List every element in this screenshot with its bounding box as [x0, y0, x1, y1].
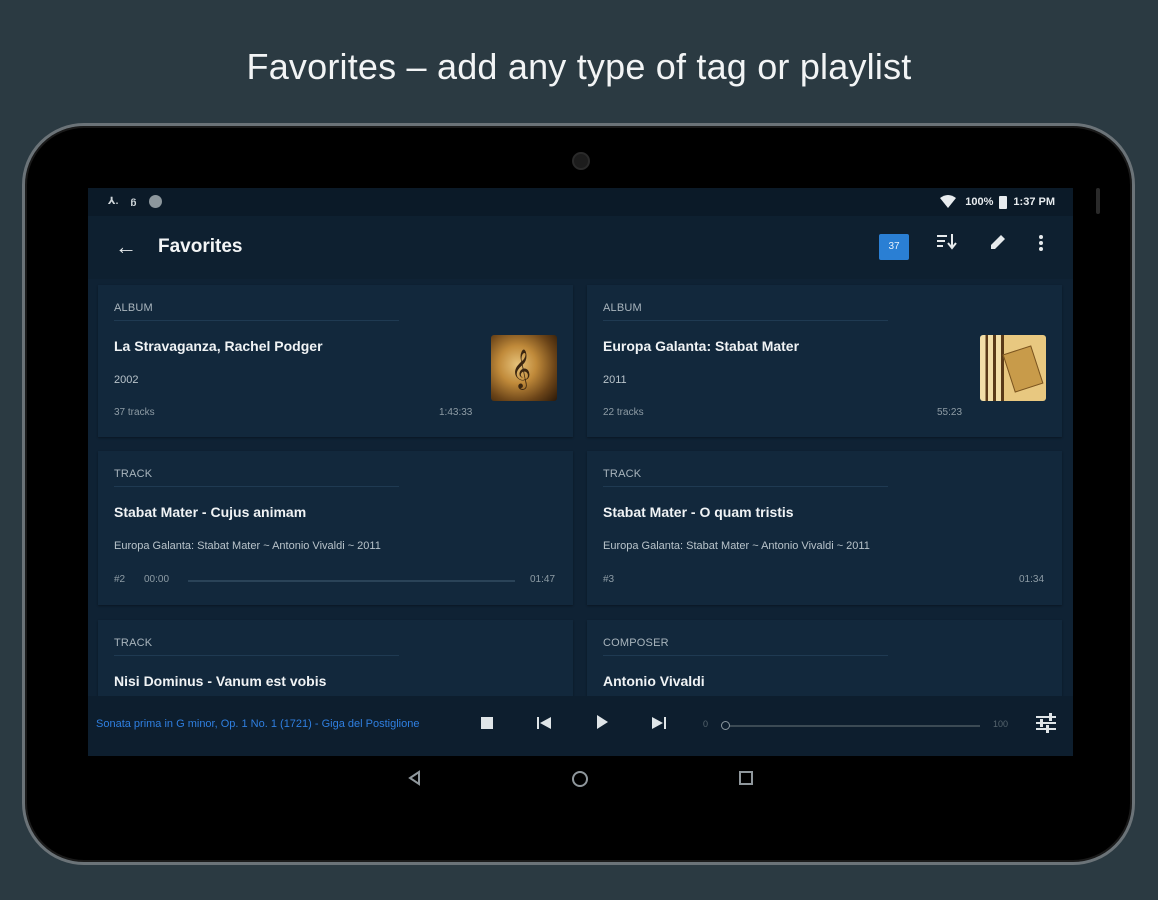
divider — [114, 486, 399, 487]
camera-icon — [572, 152, 590, 170]
card-subtitle: Europa Galanta: Stabat Mater ~ Antonio V… — [114, 540, 381, 552]
divider — [603, 320, 888, 321]
card-year: 2002 — [114, 374, 139, 386]
album-card[interactable]: ALBUM La Stravaganza, Rachel Podger 2002… — [98, 285, 573, 437]
nav-back-icon[interactable] — [403, 770, 425, 792]
track-number: #3 — [603, 574, 615, 585]
count-badge[interactable]: 37 — [879, 234, 909, 260]
now-playing-title[interactable]: Sonata prima in G minor, Op. 1 No. 1 (17… — [96, 718, 451, 730]
status-right: 100% 1:37 PM — [937, 195, 1055, 209]
card-subtitle: Europa Galanta: Stabat Mater ~ Antonio V… — [603, 540, 870, 552]
track-number: #2 — [114, 574, 126, 585]
tablet-frame: ⅄. ᵷ 100% 1:37 PM ← Favorites 37 ALBUM L… — [22, 123, 1135, 865]
sheet-music-icon — [1002, 345, 1044, 393]
page-title: Favorites — [158, 236, 243, 257]
track-progress-bar[interactable] — [188, 580, 515, 582]
status-bar: ⅄. ᵷ 100% 1:37 PM — [88, 188, 1073, 216]
card-track-count: 37 tracks — [114, 407, 155, 418]
volume-slider[interactable] — [724, 725, 980, 727]
sync-icon: ᵷ — [130, 196, 137, 207]
skip-next-icon[interactable] — [647, 714, 671, 738]
card-kind: TRACK — [114, 637, 153, 649]
back-arrow-icon[interactable]: ← — [113, 234, 139, 260]
mini-player: Sonata prima in G minor, Op. 1 No. 1 (17… — [88, 696, 1073, 756]
card-track-count: 22 tracks — [603, 407, 644, 418]
android-nav-bar — [88, 756, 1073, 806]
album-art — [980, 335, 1046, 401]
skip-previous-icon[interactable] — [532, 714, 556, 738]
equalizer-icon[interactable] — [1033, 713, 1059, 739]
album-card[interactable]: ALBUM Europa Galanta: Stabat Mater 2011 … — [587, 285, 1062, 437]
track-position: 00:00 — [144, 574, 170, 585]
card-kind: ALBUM — [603, 302, 642, 314]
divider — [114, 320, 399, 321]
volume-max-label: 100 — [993, 719, 1009, 729]
divider — [603, 655, 888, 656]
volume-slider-knob[interactable] — [721, 721, 730, 730]
nav-home-icon[interactable] — [569, 770, 591, 792]
battery-percent: 100% — [965, 196, 994, 208]
volume-min-label: 0 — [703, 719, 709, 729]
nav-recents-icon[interactable] — [735, 770, 757, 792]
track-card[interactable]: TRACK Stabat Mater - O quam tristis Euro… — [587, 451, 1062, 605]
play-icon[interactable] — [590, 714, 614, 738]
album-art: 𝄞 — [491, 335, 557, 401]
card-duration: 55:23 — [937, 407, 963, 418]
card-title: Stabat Mater - O quam tristis — [603, 504, 794, 520]
card-duration: 1:43:33 — [439, 407, 473, 418]
headline: Favorites – add any type of tag or playl… — [246, 46, 912, 87]
card-kind: TRACK — [603, 468, 642, 480]
track-duration: 01:47 — [530, 574, 556, 585]
edit-icon[interactable] — [984, 232, 1012, 260]
card-kind: ALBUM — [114, 302, 153, 314]
clock: 1:37 PM — [1013, 196, 1055, 208]
sort-icon[interactable] — [933, 232, 961, 260]
download-icon: ⅄. — [108, 196, 119, 207]
card-title: La Stravaganza, Rachel Podger — [114, 338, 323, 354]
track-duration: 01:34 — [1019, 574, 1045, 585]
app-bar: ← Favorites 37 — [88, 216, 1073, 279]
card-title: Stabat Mater - Cujus animam — [114, 504, 307, 520]
side-button — [1096, 188, 1100, 214]
stop-icon[interactable] — [475, 714, 499, 738]
circle-icon — [148, 195, 162, 208]
treble-clef-icon: 𝄞 — [511, 349, 532, 389]
divider — [603, 486, 888, 487]
battery-icon — [999, 195, 1008, 209]
track-card[interactable]: TRACK Stabat Mater - Cujus animam Europa… — [98, 451, 573, 605]
card-title: Nisi Dominus - Vanum est vobis — [114, 673, 327, 689]
card-year: 2011 — [603, 374, 627, 386]
wifi-icon — [940, 195, 957, 208]
more-vert-icon[interactable] — [1027, 232, 1055, 260]
card-title: Antonio Vivaldi — [603, 673, 705, 689]
app-screen: ⅄. ᵷ 100% 1:37 PM ← Favorites 37 ALBUM L… — [88, 188, 1073, 756]
card-title: Europa Galanta: Stabat Mater — [603, 338, 800, 354]
divider — [114, 655, 399, 656]
card-kind: TRACK — [114, 468, 153, 480]
card-kind: COMPOSER — [603, 637, 669, 649]
status-left: ⅄. ᵷ — [108, 195, 162, 208]
